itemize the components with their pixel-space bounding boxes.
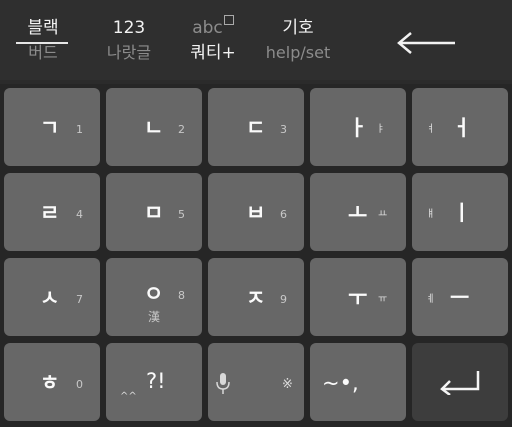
key-siot[interactable]: ㅅ 7 <box>4 258 100 336</box>
key-number: 4 <box>76 208 83 221</box>
key-hieut[interactable]: ㅎ 0 <box>4 343 100 421</box>
key-digeut[interactable]: ㄷ 3 <box>208 88 304 166</box>
key-alt-vowel: ㅠ <box>378 294 388 305</box>
key-number: 9 <box>280 293 287 306</box>
mode-abc-text: abc <box>192 18 223 38</box>
key-glyph: ㄷ <box>246 116 266 140</box>
key-number: 3 <box>280 123 287 136</box>
key-glyph: ㄴ <box>144 116 164 140</box>
key-glyph: ?! <box>146 369 166 393</box>
key-o[interactable]: ㅗ ㅛ <box>310 173 406 251</box>
key-alt-vowel: ㅛ <box>378 209 388 220</box>
key-glyph: ㅗ <box>348 201 368 225</box>
key-glyph: ㅇ <box>144 282 164 306</box>
backspace-arrow-icon[interactable] <box>395 28 457 58</box>
key-u[interactable]: ㅜ ㅠ <box>310 258 406 336</box>
key-alt-vowel: ㅖ <box>426 294 436 305</box>
key-glyph: ㄱ <box>40 116 60 140</box>
selected-indicator <box>16 42 68 44</box>
mode-numeric-toggle[interactable]: 123 나랏글 <box>96 18 162 63</box>
mode-abc-toggle[interactable]: abc 쿼티+ <box>180 15 246 63</box>
key-glyph: ㅎ <box>40 371 60 395</box>
key-number: 7 <box>76 293 83 306</box>
help-set-label: help/set <box>265 43 331 62</box>
key-giyeok[interactable]: ㄱ 1 <box>4 88 100 166</box>
key-glyph: ㅣ <box>452 201 472 225</box>
skin-label: 블랙 <box>27 18 59 38</box>
key-tilde-dot-comma[interactable]: ~•, <box>310 343 406 421</box>
key-number: 6 <box>280 208 287 221</box>
skin-toggle[interactable]: 블랙 버드 <box>14 18 72 63</box>
emoticon-label: ^^ <box>120 391 137 402</box>
key-i[interactable]: ㅒ ㅣ <box>412 173 508 251</box>
key-eo[interactable]: ㅕ ㅓ <box>412 88 508 166</box>
key-jieut[interactable]: ㅈ 9 <box>208 258 304 336</box>
key-glyph: ㅂ <box>246 201 266 225</box>
key-voice[interactable]: ※ <box>208 343 304 421</box>
enter-icon <box>440 371 480 395</box>
keyboard-toolbar: 블랙 버드 123 나랏글 abc 쿼티+ 기호 help/set <box>0 0 512 80</box>
key-alt-vowel: ㅑ <box>376 124 386 135</box>
key-rieul[interactable]: ㄹ 4 <box>4 173 100 251</box>
mode-numeric-label: 123 <box>112 18 146 38</box>
key-number: 0 <box>76 378 83 391</box>
hanja-label: 漢 <box>148 310 161 324</box>
key-ieung[interactable]: ㅇ 8 漢 <box>106 258 202 336</box>
symbols-label: 기호 <box>282 18 314 38</box>
key-glyph: ㅈ <box>246 286 266 310</box>
key-glyph: ㅅ <box>40 286 60 310</box>
key-glyph: ㅜ <box>348 286 368 310</box>
key-glyph: ㄹ <box>40 201 60 225</box>
keypad: ㄱ 1 ㄴ 2 ㄷ 3 ㅏ ㅑ ㅕ ㅓ ㄹ 4 ㅁ 5 ㅂ 6 ㅗ ㅛ ㅒ ㅣ … <box>0 84 512 427</box>
mode-numeric-sub-label: 나랏글 <box>106 43 152 62</box>
key-punctuation[interactable]: ^^ ?! <box>106 343 202 421</box>
key-glyph: ㅡ <box>450 286 470 310</box>
reference-mark: ※ <box>282 377 293 392</box>
key-glyph: ㅏ <box>348 116 368 140</box>
microphone-icon <box>216 373 230 394</box>
skin-sub-label: 버드 <box>28 43 58 62</box>
mode-abc-label: abc <box>180 15 246 38</box>
mode-abc-sub-label: 쿼티+ <box>190 43 236 63</box>
key-glyph: ㅓ <box>452 116 472 140</box>
key-number: 1 <box>76 123 83 136</box>
key-nieun[interactable]: ㄴ 2 <box>106 88 202 166</box>
key-number: 5 <box>178 208 185 221</box>
key-bieup[interactable]: ㅂ 6 <box>208 173 304 251</box>
abc-box-icon <box>223 15 234 25</box>
key-eu[interactable]: ㅖ ㅡ <box>412 258 508 336</box>
symbols-help-toggle[interactable]: 기호 help/set <box>258 18 338 63</box>
key-a[interactable]: ㅏ ㅑ <box>310 88 406 166</box>
enter-key[interactable] <box>412 343 508 421</box>
key-glyph: ~•, <box>322 371 359 395</box>
key-glyph: ㅁ <box>144 201 164 225</box>
key-alt-vowel: ㅒ <box>426 209 436 220</box>
key-alt-vowel: ㅕ <box>426 124 436 135</box>
key-mieum[interactable]: ㅁ 5 <box>106 173 202 251</box>
key-number: 8 <box>178 289 185 302</box>
key-number: 2 <box>178 123 185 136</box>
